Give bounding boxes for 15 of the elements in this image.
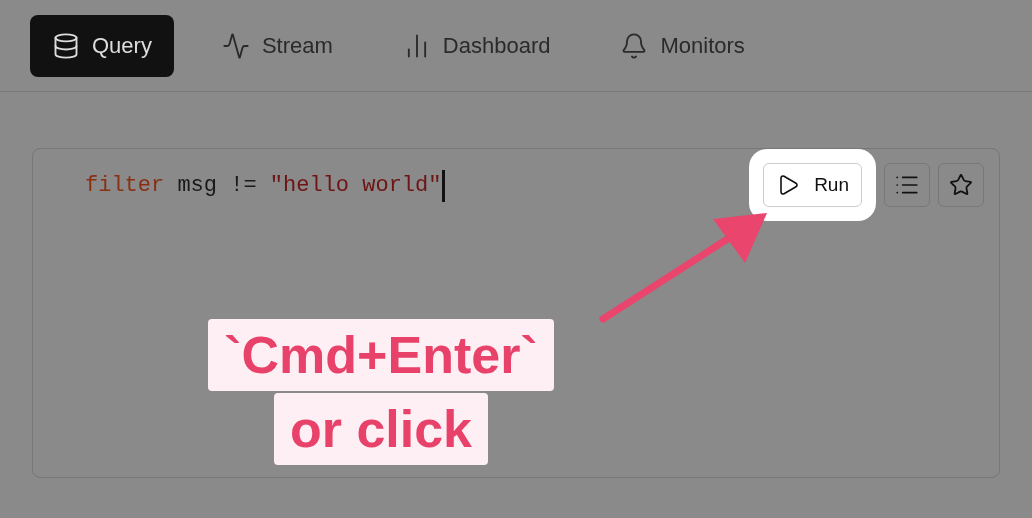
star-icon [949,173,973,197]
text-cursor [442,169,446,202]
run-button[interactable]: Run [763,163,862,207]
nav-tab[interactable]: Query [30,14,174,77]
list-button[interactable] [884,163,930,207]
pulse-icon [221,31,250,60]
database-icon [52,31,80,60]
nav-tab[interactable]: Stream [199,14,355,77]
nav-tab[interactable]: Monitors [598,14,767,77]
query-code: filter msg != "hello world" [85,172,442,200]
annotation-text: or click [273,393,489,465]
annotation-text: `Cmd+Enter` [208,319,554,391]
nav-tab[interactable]: Dashboard [380,14,573,77]
favorite-button[interactable] [938,163,984,207]
query-editor[interactable]: filter msg != "hello world" Run `Cmd+Enter` or click [32,148,1000,478]
